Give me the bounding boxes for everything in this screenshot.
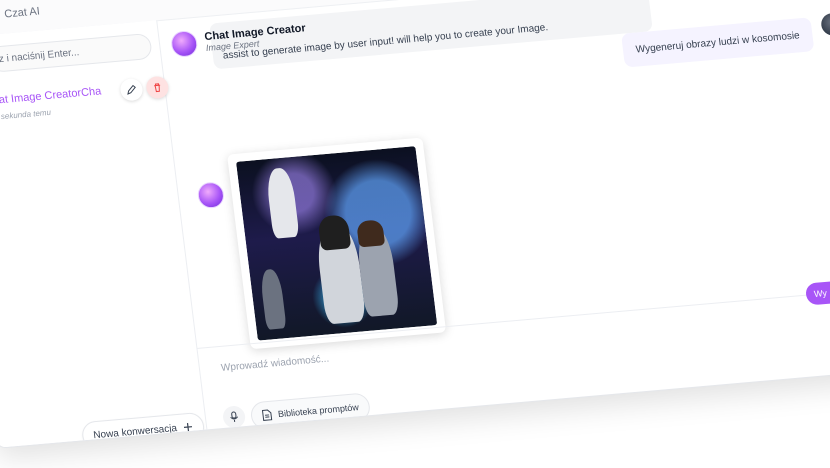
microphone-icon	[230, 411, 238, 423]
plus-icon	[183, 423, 192, 432]
conversation-item[interactable]: at Image CreatorCha sekunda temu	[0, 70, 170, 134]
image-figure	[317, 214, 352, 251]
user-avatar	[820, 12, 830, 37]
message-placeholder: Wprowadź wiadomość...	[220, 353, 330, 374]
pencil-icon	[127, 84, 136, 95]
bot-avatar	[169, 29, 199, 58]
conversation-time: sekunda temu	[0, 107, 52, 122]
bot-avatar	[196, 181, 226, 210]
search-input[interactable]: z i naciśnij Enter...	[0, 32, 153, 73]
new-conversation-button[interactable]: Nowa konwersacja	[80, 411, 206, 449]
microphone-button[interactable]	[221, 405, 247, 429]
app-title: Czat AI	[3, 5, 41, 21]
image-figure	[265, 167, 300, 239]
image-figure	[259, 268, 287, 330]
send-label: Wy	[813, 287, 828, 299]
conversation-title: at Image CreatorCha	[0, 85, 102, 107]
search-placeholder: z i naciśnij Enter...	[0, 47, 80, 66]
generated-image-card[interactable]	[227, 137, 447, 350]
prompt-library-label: Biblioteka promptów	[277, 402, 360, 420]
app-stage: Czat AI z i naciśnij Enter... at Image C…	[0, 0, 830, 457]
send-button[interactable]: Wy	[804, 280, 830, 306]
image-figure	[356, 219, 386, 248]
generated-image[interactable]	[235, 146, 438, 341]
prompt-library-button[interactable]: Biblioteka promptów	[249, 392, 372, 431]
new-conversation-label: Nowa konwersacja	[92, 422, 178, 441]
app-window: Czat AI z i naciśnij Enter... at Image C…	[0, 0, 830, 449]
trash-icon	[154, 83, 161, 93]
message-input[interactable]: Wprowadź wiadomość...	[220, 354, 329, 374]
user-message-text: Wygeneruj obrazy ludzi w kosomosie	[635, 29, 801, 56]
chat-area: assist to generate image by user input! …	[156, 0, 830, 431]
edit-conversation-button[interactable]	[119, 77, 144, 102]
document-icon	[261, 409, 273, 421]
